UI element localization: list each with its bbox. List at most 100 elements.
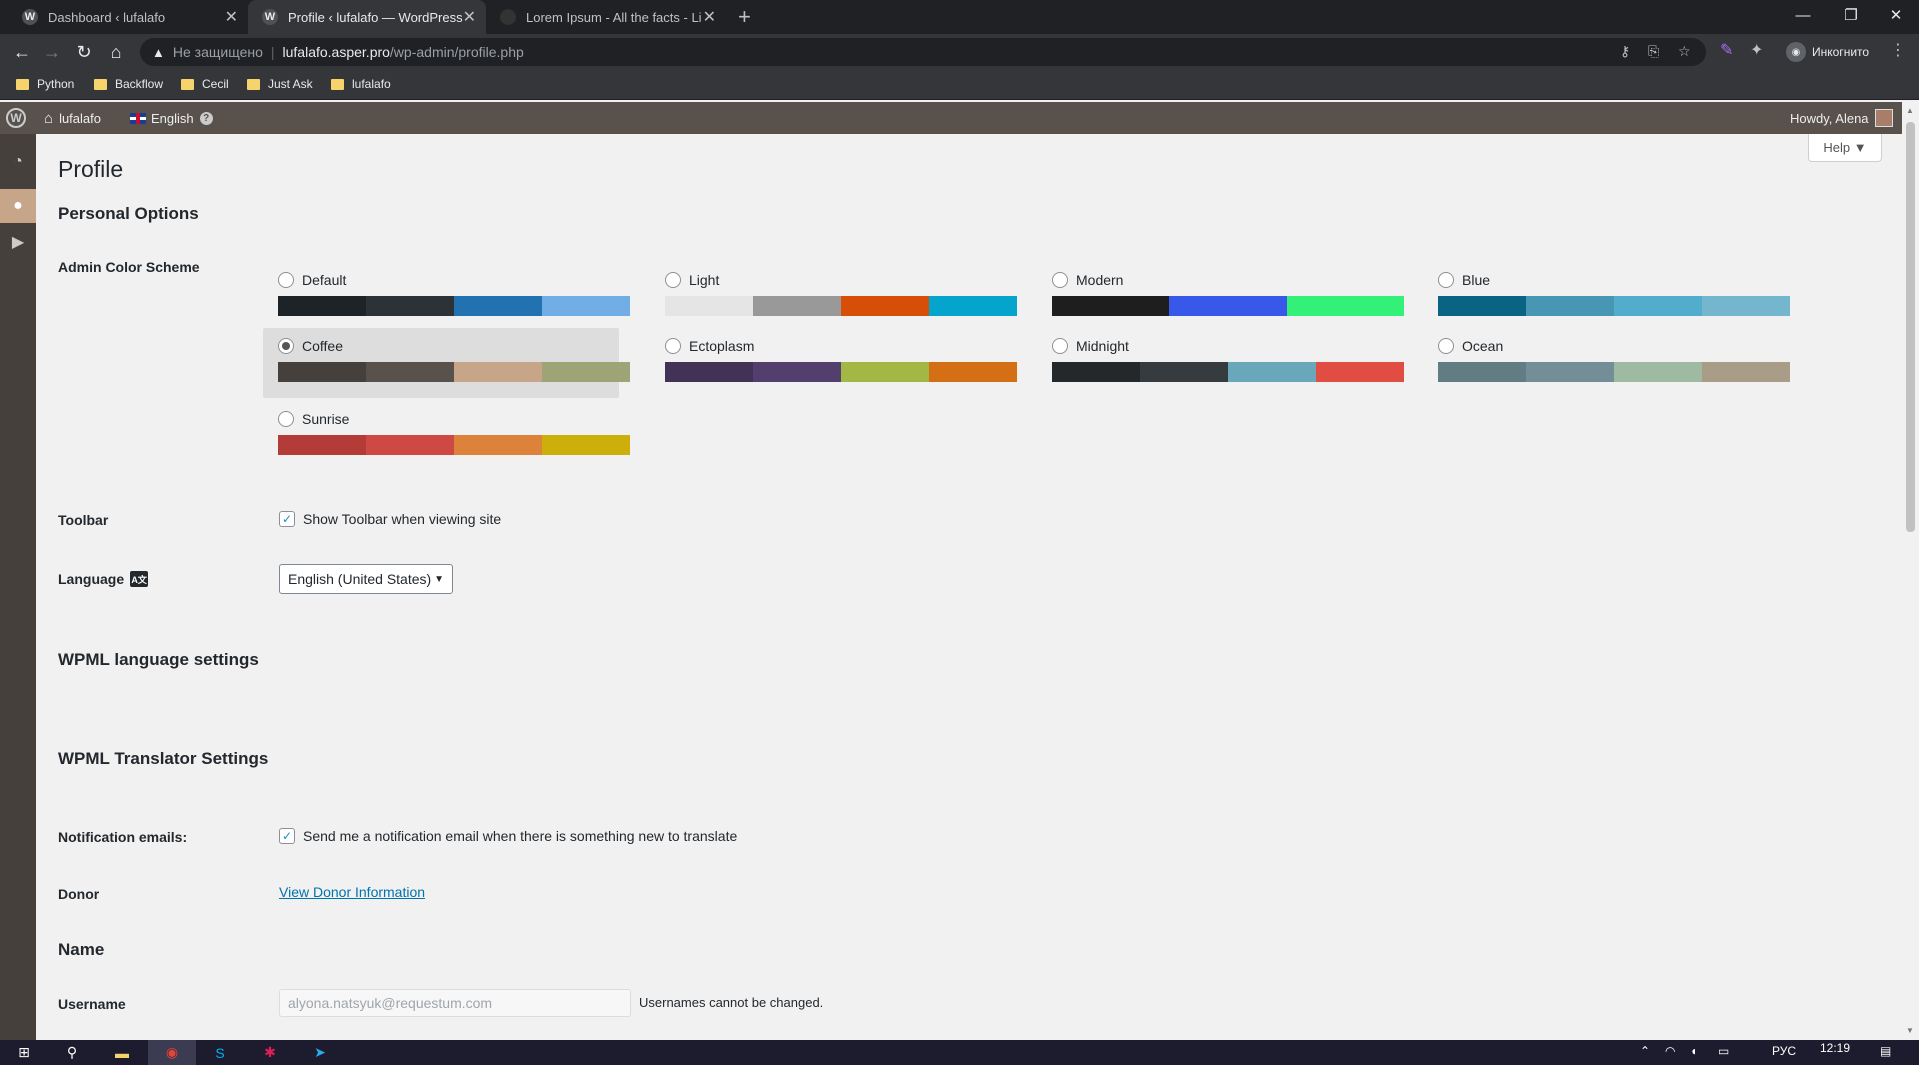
color-scheme-radio[interactable] — [1052, 338, 1068, 354]
bookmark-lufalafo[interactable]: lufalafo — [331, 77, 391, 91]
close-window-icon[interactable]: ✕ — [1873, 0, 1919, 30]
back-icon[interactable]: ← — [10, 40, 34, 64]
scroll-up-icon[interactable]: ▲ — [1906, 106, 1914, 115]
wp-logo-menu[interactable]: W — [6, 102, 26, 134]
color-scheme-radio[interactable] — [1438, 338, 1454, 354]
color-scheme-label[interactable]: Ocean — [1438, 338, 1503, 354]
color-scheme-radio[interactable] — [1052, 272, 1068, 288]
wordpress-icon: W — [262, 9, 278, 25]
color-scheme-midnight[interactable]: Midnight — [1037, 328, 1404, 398]
windows-start-icon[interactable]: ⊞ — [0, 1040, 48, 1065]
address-bar[interactable]: ▲ Не защищено | lufalafo.asper.pro/wp-ad… — [140, 38, 1706, 66]
notification-checkbox[interactable]: ✓ — [279, 828, 295, 844]
help-button[interactable]: Help ▼ — [1808, 134, 1882, 162]
color-scheme-radio[interactable] — [665, 272, 681, 288]
bookmark-label: Just Ask — [268, 77, 313, 91]
scroll-down-icon[interactable]: ▼ — [1906, 1026, 1914, 1035]
incognito-indicator[interactable]: ◉ Инкогнито — [1780, 38, 1879, 66]
color-scheme-radio[interactable] — [278, 272, 294, 288]
extensions-puzzle-icon[interactable]: ✦ — [1750, 40, 1763, 60]
language-switcher[interactable]: English ? — [130, 102, 213, 134]
color-scheme-radio[interactable] — [278, 338, 294, 354]
bookmark-python[interactable]: Python — [16, 77, 74, 91]
restore-icon[interactable]: ❐ — [1828, 0, 1874, 30]
translate-icon[interactable]: ⎘ — [1648, 43, 1659, 60]
toolbar-option[interactable]: ✓ Show Toolbar when viewing site — [279, 511, 501, 527]
tab-profile[interactable]: W Profile ‹ lufalafo — WordPress ✕ — [248, 0, 486, 34]
notification-option[interactable]: ✓ Send me a notification email when ther… — [279, 828, 737, 844]
site-name-menu[interactable]: ⌂ lufalafo — [44, 102, 101, 134]
color-scheme-name: Sunrise — [302, 411, 350, 427]
color-scheme-radio[interactable] — [278, 411, 294, 427]
star-icon[interactable]: ☆ — [1678, 43, 1691, 60]
color-swatch — [1316, 362, 1404, 382]
color-scheme-label[interactable]: Sunrise — [278, 411, 349, 427]
bookmark-backflow[interactable]: Backflow — [94, 77, 163, 91]
color-scheme-radio[interactable] — [665, 338, 681, 354]
file-explorer-icon[interactable]: ▬ — [98, 1040, 146, 1065]
color-scheme-label[interactable]: Midnight — [1052, 338, 1129, 354]
color-scheme-modern[interactable]: Modern — [1037, 262, 1404, 332]
bookmark-just-ask[interactable]: Just Ask — [247, 77, 313, 91]
color-swatch — [1228, 362, 1316, 382]
tab-dashboard[interactable]: W Dashboard ‹ lufalafo ✕ — [8, 0, 248, 34]
view-donor-link[interactable]: View Donor Information — [279, 884, 425, 900]
extension-pen-icon[interactable]: ✎ — [1720, 40, 1733, 60]
menu-kebab-icon[interactable]: ⋮ — [1890, 40, 1906, 60]
color-scheme-label[interactable]: Coffee — [278, 338, 343, 354]
search-icon[interactable]: ⚲ — [48, 1040, 96, 1065]
reload-icon[interactable]: ↻ — [72, 40, 96, 64]
color-scheme-label[interactable]: Default — [278, 272, 346, 288]
color-scheme-label[interactable]: Modern — [1052, 272, 1123, 288]
close-icon[interactable]: ✕ — [225, 7, 238, 27]
notification-center-icon[interactable]: ▤ — [1880, 1044, 1891, 1058]
media-play-icon[interactable]: ▶ — [0, 225, 36, 259]
scrollbar-thumb[interactable] — [1906, 122, 1915, 532]
close-icon[interactable]: ✕ — [703, 7, 716, 27]
color-scheme-name: Light — [689, 272, 720, 288]
tray-chevron-icon[interactable]: ⌃ — [1640, 1044, 1650, 1058]
network-icon[interactable]: ◠ — [1665, 1044, 1675, 1058]
key-icon[interactable]: ⚷ — [1620, 43, 1630, 60]
color-swatch — [278, 296, 366, 316]
profile-icon[interactable]: ● — [0, 189, 36, 223]
color-scheme-blue[interactable]: Blue — [1423, 262, 1790, 332]
minimize-icon[interactable]: — — [1780, 0, 1826, 30]
warning-icon[interactable]: ▲ — [152, 45, 165, 60]
home-icon[interactable]: ⌂ — [104, 40, 128, 64]
color-scheme-coffee[interactable]: Coffee — [263, 328, 630, 398]
color-scheme-light[interactable]: Light — [650, 262, 1017, 332]
forward-icon[interactable]: → — [40, 40, 64, 64]
skype-icon[interactable]: S — [196, 1040, 244, 1065]
security-label[interactable]: Не защищено — [173, 44, 263, 60]
color-scheme-label[interactable]: Ectoplasm — [665, 338, 754, 354]
color-scheme-radio[interactable] — [1438, 272, 1454, 288]
volume-icon[interactable]: ◖ — [1690, 1044, 1697, 1058]
new-tab-button[interactable]: + — [738, 4, 751, 30]
clock[interactable]: 12:19 — [1820, 1041, 1850, 1055]
tab-lorem-ipsum[interactable]: Lorem Ipsum - All the facts - Lip ✕ — [486, 0, 726, 34]
color-scheme-ectoplasm[interactable]: Ectoplasm — [650, 328, 1017, 398]
url-text[interactable]: lufalafo.asper.pro/wp-admin/profile.php — [283, 44, 524, 60]
toolbar-checkbox[interactable]: ✓ — [279, 511, 295, 527]
chrome-icon[interactable]: ◉ — [148, 1040, 196, 1065]
username-field[interactable]: alyona.natsyuk@requestum.com — [279, 989, 631, 1017]
page-scrollbar[interactable]: ▲ ▼ — [1902, 102, 1919, 1040]
dashboard-icon[interactable]: ◔ — [0, 145, 36, 179]
color-scheme-sunrise[interactable]: Sunrise — [263, 401, 630, 471]
color-scheme-default[interactable]: Default — [263, 262, 630, 332]
color-swatch — [1526, 362, 1614, 382]
telegram-icon[interactable]: ➤ — [296, 1040, 344, 1065]
my-account-menu[interactable]: Howdy, Alena — [1790, 102, 1893, 134]
help-icon[interactable]: ? — [199, 111, 213, 125]
bookmark-cecil[interactable]: Cecil — [181, 77, 229, 91]
color-scheme-label[interactable]: Light — [665, 272, 719, 288]
color-scheme-ocean[interactable]: Ocean — [1423, 328, 1790, 398]
input-language[interactable]: РУС — [1772, 1044, 1796, 1058]
slack-icon[interactable]: ✱ — [246, 1040, 294, 1065]
color-swatch — [278, 362, 366, 382]
color-scheme-label[interactable]: Blue — [1438, 272, 1490, 288]
language-select[interactable]: English (United States) ▼ — [279, 564, 453, 594]
close-icon[interactable]: ✕ — [463, 7, 476, 27]
keyboard-icon[interactable]: ▭ — [1718, 1044, 1729, 1058]
